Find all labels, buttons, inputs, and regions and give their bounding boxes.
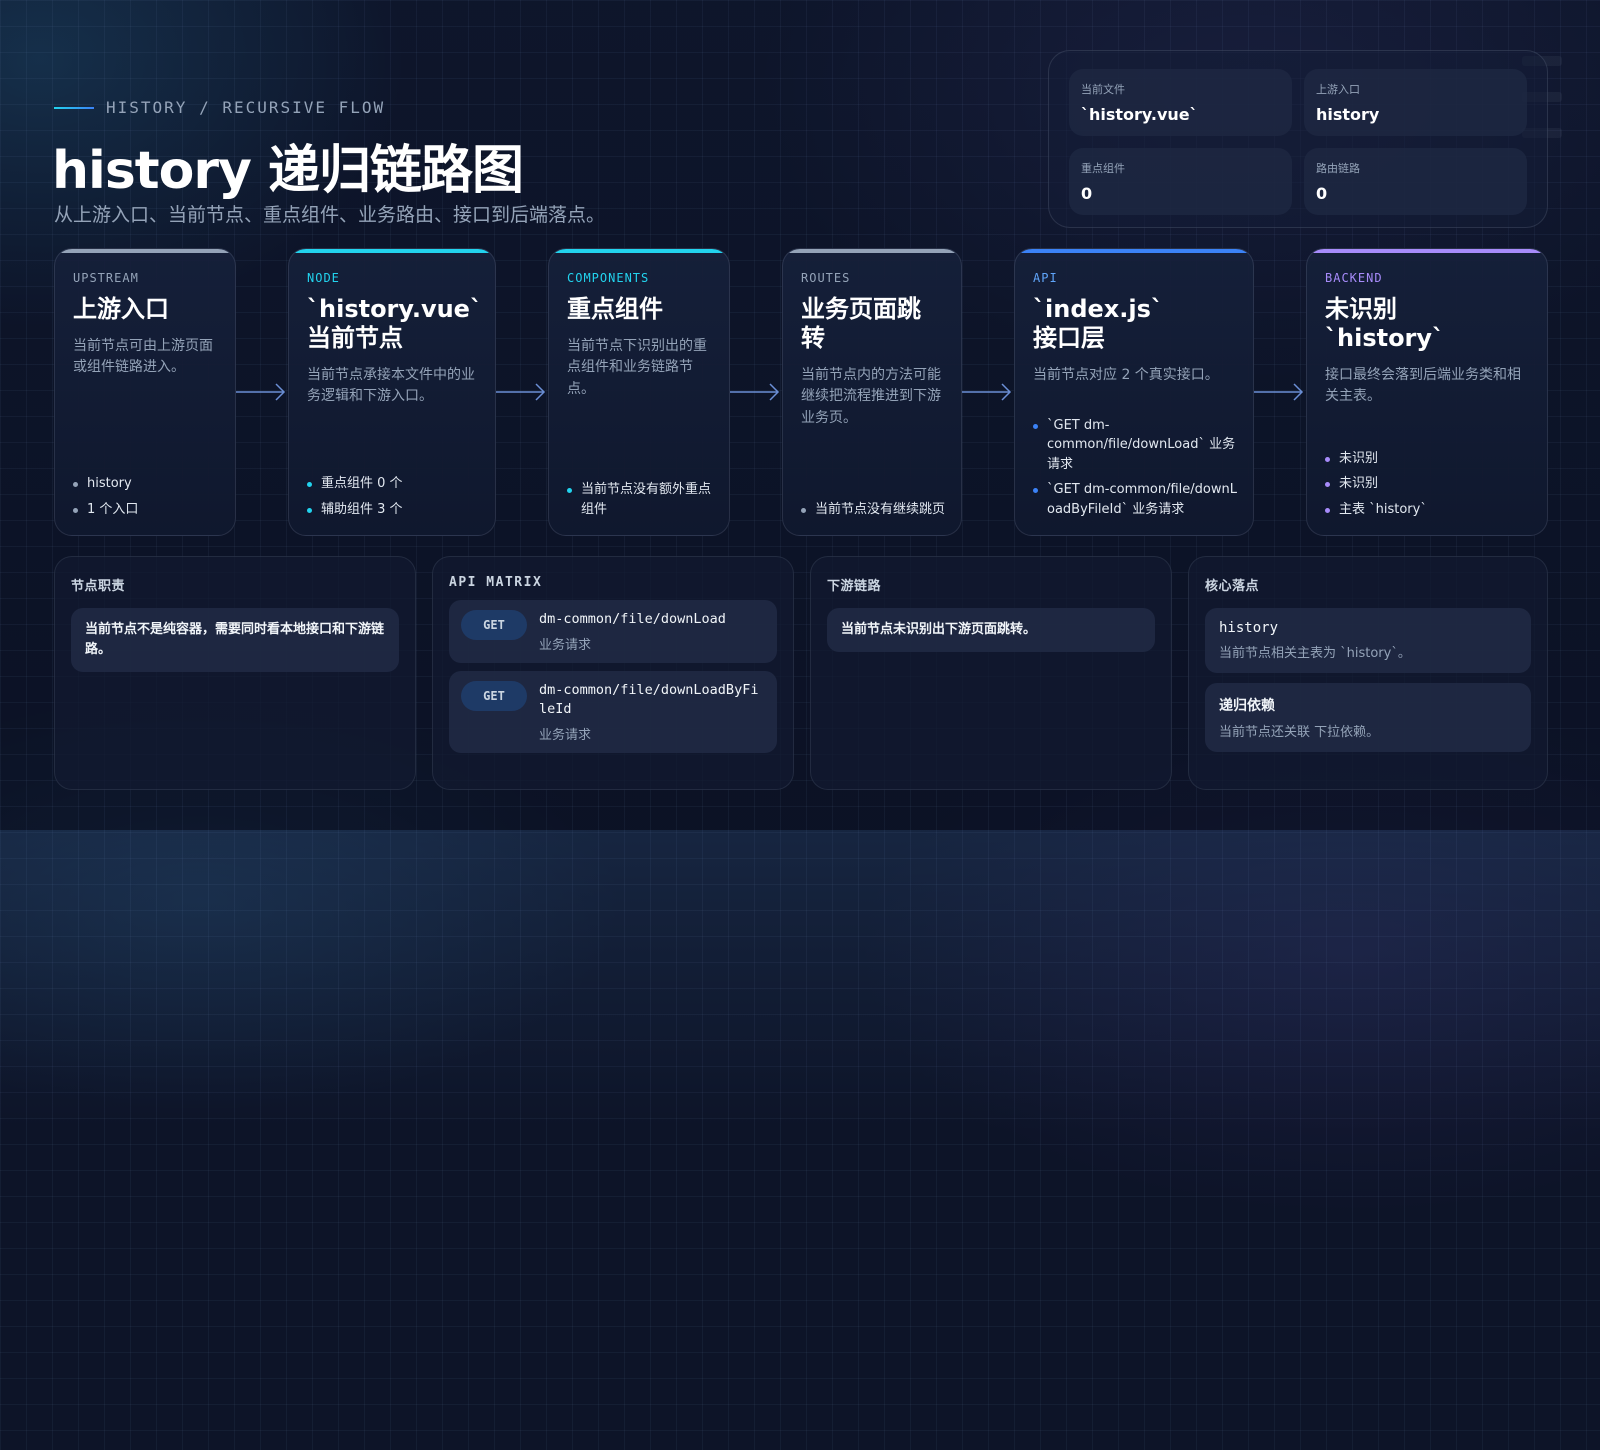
core-item-name: history — [1219, 620, 1279, 636]
lower-background-band — [0, 830, 1600, 1450]
method-badge: GET — [461, 610, 527, 640]
bullet-item: 重点组件 0 个 — [307, 474, 481, 494]
flow-card-components: COMPONENTS 重点组件 当前节点下识别出的重点组件和业务链路节点。 当前… — [548, 248, 730, 536]
card-tag: ROUTES — [801, 271, 851, 285]
page-subtitle: 从上游入口、当前节点、重点组件、业务路由、接口到后端落点。 — [54, 204, 606, 226]
panel-node-duty: 节点职责 当前节点不是纯容器，需要同时看本地接口和下游链路。 — [54, 556, 416, 790]
card-bullets: 当前节点没有额外重点组件 — [567, 474, 715, 519]
card-tag: BACKEND — [1325, 271, 1383, 285]
flow-card-routes: ROUTES 业务页面跳转 当前节点内的方法可能继续把流程推进到下游业务页。 当… — [782, 248, 962, 536]
flow-card-node: NODE `history.vue` 当前节点 当前节点承接本文件中的业务逻辑和… — [288, 248, 496, 536]
api-path: dm-common/file/downLoadByFileId — [539, 681, 759, 718]
card-description: 当前节点可由上游页面或组件链路进入。 — [73, 337, 213, 376]
card-description: 当前节点承接本文件中的业务逻辑和下游入口。 — [307, 366, 475, 405]
flow-card-api: API `index.js` 接口层 当前节点对应 2 个真实接口。 `GET … — [1014, 248, 1254, 536]
panel-title: 节点职责 — [71, 579, 126, 594]
api-row[interactable]: GET dm-common/file/downLoadByFileId 业务请求 — [449, 670, 777, 753]
card-bullets: 未识别 未识别 主表 `history` — [1325, 443, 1533, 520]
card-title: 上游入口 — [73, 295, 169, 323]
card-description: 当前节点对应 2 个真实接口。 — [1033, 366, 1219, 383]
bullet-item: 未识别 — [1325, 474, 1533, 494]
card-description: 接口最终会落到后端业务类和相关主表。 — [1325, 366, 1521, 405]
card-title: `history.vue` 当前节点 — [307, 295, 482, 352]
eyebrow: HISTORY / RECURSIVE FLOW — [54, 98, 385, 117]
stat-value: history — [1316, 105, 1380, 124]
panel-title: 核心落点 — [1205, 579, 1260, 594]
card-title: `index.js` 接口层 — [1033, 295, 1163, 352]
api-path: dm-common/file/downLoad — [539, 611, 726, 627]
api-kind: 业务请求 — [539, 727, 592, 743]
flow-arrow-icon — [730, 383, 780, 401]
eyebrow-line — [54, 106, 94, 109]
card-bullets: 重点组件 0 个 辅助组件 3 个 — [307, 468, 481, 519]
bullet-item: 未识别 — [1325, 449, 1533, 469]
card-tag: COMPONENTS — [567, 271, 650, 285]
stat-upstream-entry: 上游入口 history — [1304, 69, 1527, 136]
card-title: 未识别 `history` — [1325, 295, 1445, 352]
card-tag: API — [1033, 271, 1058, 285]
panel-core-landing: 核心落点 history 当前节点相关主表为 `history`。 递归依赖 当… — [1188, 556, 1548, 790]
panel-title: API MATRIX — [449, 575, 543, 590]
core-item-name: 递归依赖 — [1219, 698, 1275, 714]
eyebrow-text: HISTORY / RECURSIVE FLOW — [106, 98, 386, 117]
bullet-item: 当前节点没有继续跳页 — [801, 500, 947, 520]
method-badge: GET — [461, 680, 527, 711]
stat-value: 0 — [1316, 184, 1328, 203]
bullet-item: history — [73, 474, 221, 494]
core-item: 递归依赖 当前节点还关联 下拉依赖。 — [1205, 683, 1531, 752]
card-title: 业务页面跳转 — [801, 295, 921, 352]
stat-route-links: 路由链路 0 — [1304, 148, 1527, 215]
bullet-item: 1 个入口 — [73, 500, 221, 520]
bullet-item: `GET dm-common/file/downLoadByFileId` 业务… — [1033, 480, 1239, 519]
flow-arrow-icon — [236, 383, 286, 401]
api-info: dm-common/file/downLoadByFileId 业务请求 — [539, 681, 759, 743]
card-bullets: 当前节点没有继续跳页 — [801, 494, 947, 520]
flow-arrow-icon — [496, 383, 546, 401]
downstream-note: 当前节点未识别出下游页面跳转。 — [827, 608, 1155, 653]
duty-note: 当前节点不是纯容器，需要同时看本地接口和下游链路。 — [71, 608, 399, 673]
panel-title: 下游链路 — [827, 579, 882, 594]
flow-arrow-icon — [1254, 383, 1304, 401]
card-bullets: `GET dm-common/file/downLoad` 业务请求 `GET … — [1033, 410, 1239, 520]
card-description: 当前节点下识别出的重点组件和业务链路节点。 — [567, 337, 707, 398]
flow-card-backend: BACKEND 未识别 `history` 接口最终会落到后端业务类和相关主表。… — [1306, 248, 1548, 536]
card-title: 重点组件 — [567, 295, 663, 323]
core-item-desc: 当前节点还关联 下拉依赖。 — [1219, 725, 1380, 740]
core-item: history 当前节点相关主表为 `history`。 — [1205, 608, 1531, 673]
page-title: history 递归链路图 — [52, 141, 524, 201]
stat-label: 路由链路 — [1316, 162, 1360, 175]
stats-panel: 当前文件 `history.vue` 上游入口 history 重点组件 0 路… — [1048, 50, 1548, 228]
bullet-item: `GET dm-common/file/downLoad` 业务请求 — [1033, 416, 1239, 475]
card-tag: UPSTREAM — [73, 271, 139, 285]
flow-arrow-icon — [962, 383, 1012, 401]
stat-label: 重点组件 — [1081, 162, 1125, 175]
flow-card-upstream: UPSTREAM 上游入口 当前节点可由上游页面或组件链路进入。 history… — [54, 248, 236, 536]
stat-current-file: 当前文件 `history.vue` — [1069, 69, 1292, 136]
panel-api-matrix: API MATRIX GET dm-common/file/downLoad 业… — [432, 556, 794, 790]
stat-label: 当前文件 — [1081, 83, 1125, 96]
stat-value: `history.vue` — [1081, 105, 1198, 124]
card-description: 当前节点内的方法可能继续把流程推进到下游业务页。 — [801, 366, 941, 426]
api-info: dm-common/file/downLoad 业务请求 — [539, 610, 726, 653]
bullet-item: 主表 `history` — [1325, 500, 1533, 520]
stat-key-components: 重点组件 0 — [1069, 148, 1292, 215]
card-tag: NODE — [307, 271, 340, 285]
stat-label: 上游入口 — [1316, 83, 1360, 96]
api-row[interactable]: GET dm-common/file/downLoad 业务请求 — [449, 600, 777, 663]
core-item-desc: 当前节点相关主表为 `history`。 — [1219, 646, 1411, 661]
api-kind: 业务请求 — [539, 637, 592, 653]
panel-downstream: 下游链路 当前节点未识别出下游页面跳转。 — [810, 556, 1172, 790]
stat-value: 0 — [1081, 184, 1093, 203]
card-bullets: history 1 个入口 — [73, 468, 221, 519]
bullet-item: 当前节点没有额外重点组件 — [567, 480, 715, 519]
bullet-item: 辅助组件 3 个 — [307, 500, 481, 520]
